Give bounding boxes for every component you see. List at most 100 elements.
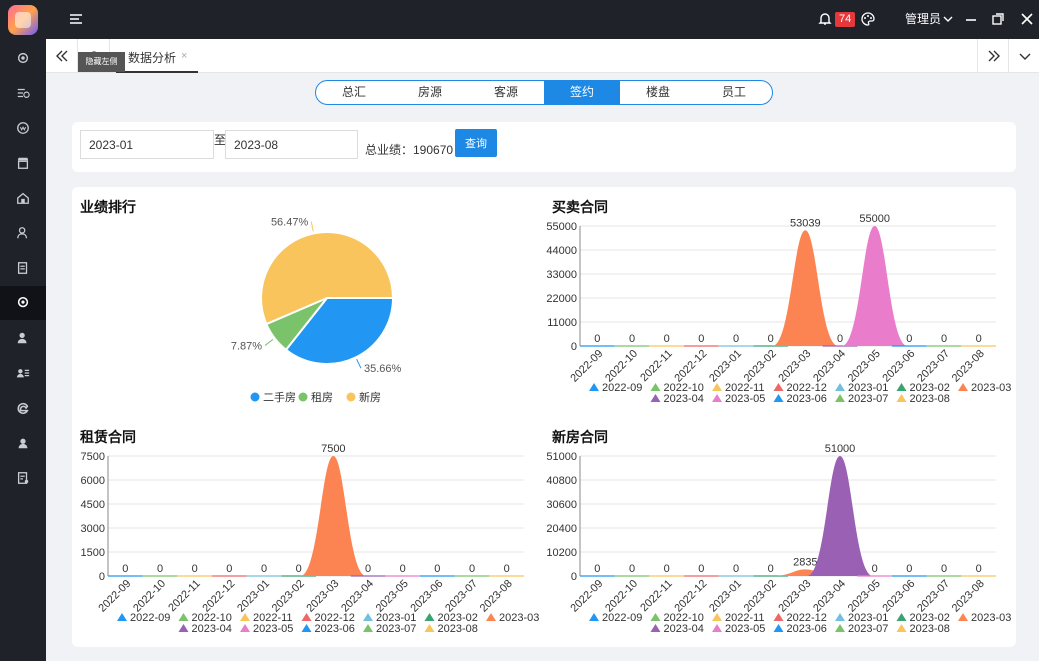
tab-scroll-left[interactable] [46,39,78,73]
sidebar-item-account[interactable] [0,426,46,460]
segment-tab-0[interactable]: 总汇 [316,81,392,104]
end-month-input[interactable] [225,130,358,159]
legend-label[interactable]: 2023-05 [725,393,765,405]
segment-tab-3[interactable]: 签约 [544,81,620,104]
legend-label[interactable]: 2023-03 [971,612,1011,624]
chevron-down-icon[interactable] [943,14,953,24]
legend-label[interactable]: 2022-09 [130,612,170,624]
segment-tab-5[interactable]: 员工 [696,81,772,104]
tab-menu[interactable] [1008,39,1039,73]
legend-label[interactable]: 2023-08 [438,623,478,635]
legend-marker[interactable] [958,383,968,391]
legend-marker[interactable] [773,624,784,632]
legend-marker[interactable] [773,383,784,391]
legend-marker[interactable] [835,613,845,621]
legend-label[interactable]: 2023-07 [376,623,416,635]
legend-label[interactable]: 2022-09 [602,382,642,394]
notification-badge[interactable]: 74 [835,12,856,27]
legend-label[interactable]: 2023-08 [910,393,950,405]
sidebar-item-contract[interactable] [0,461,46,495]
sidebar-item-badge[interactable] [0,111,46,145]
area-peak-2023-05[interactable] [841,226,908,346]
legend-marker[interactable] [835,394,845,402]
legend-marker[interactable] [712,613,722,621]
legend-marker-0[interactable] [250,392,260,402]
segment-tab-1[interactable]: 房源 [392,81,468,104]
legend-marker[interactable] [896,383,907,391]
area-peak-2023-03[interactable] [772,230,839,346]
sidebar-item-house[interactable] [0,181,46,215]
legend-marker[interactable] [835,383,845,391]
legend-marker[interactable] [178,613,189,621]
legend-marker[interactable] [896,613,907,621]
legend-label[interactable]: 2023-06 [787,623,827,635]
legend-marker[interactable] [896,624,907,632]
sidebar-item-settings[interactable] [0,41,46,75]
legend-marker[interactable] [178,624,189,632]
tab-data-analysis[interactable]: 数据分析 × [116,39,198,73]
bell-icon[interactable] [818,12,832,26]
legend-label[interactable]: 2023-03 [971,382,1011,394]
legend-label[interactable]: 2023-06 [315,623,355,635]
sidebar-item-report[interactable] [0,251,46,285]
legend-marker[interactable] [896,394,907,402]
legend-label-2[interactable]: 新房 [359,390,381,404]
start-month-input[interactable] [80,130,214,159]
legend-marker-1[interactable] [298,392,308,402]
legend-marker[interactable] [589,383,599,391]
legend-marker[interactable] [117,613,127,621]
legend-marker[interactable] [424,613,435,621]
palette-icon[interactable] [861,12,875,26]
legend-marker-2[interactable] [346,392,356,402]
legend-label-1[interactable]: 租房 [311,391,333,404]
legend-marker[interactable] [424,624,435,632]
legend-marker[interactable] [486,613,496,621]
sidebar-item-browser[interactable] [0,391,46,425]
legend-label[interactable]: 2023-04 [664,393,704,405]
legend-marker[interactable] [650,613,661,621]
legend-marker[interactable] [363,624,373,632]
menu-toggle-icon[interactable] [69,12,83,26]
area-peak-2023-03[interactable] [300,456,367,576]
legend-label[interactable]: 2023-03 [499,612,539,624]
sidebar-item-customer[interactable] [0,216,46,250]
legend-label[interactable]: 2022-09 [602,612,642,624]
legend-marker[interactable] [240,624,250,632]
sidebar-item-analysis[interactable] [0,286,46,320]
legend-marker[interactable] [240,613,250,621]
legend-marker[interactable] [712,624,722,632]
legend-marker[interactable] [301,613,312,621]
minimize-icon[interactable] [964,12,978,26]
app-logo[interactable] [8,5,38,35]
segment-tab-2[interactable]: 客源 [468,81,544,104]
legend-label[interactable]: 2023-07 [848,623,888,635]
legend-marker[interactable] [650,624,661,632]
close-icon[interactable] [1020,12,1034,26]
legend-label[interactable]: 2023-04 [664,623,704,635]
legend-marker[interactable] [712,394,722,402]
legend-label-0[interactable]: 二手房 [263,390,296,404]
sidebar-item-team[interactable] [0,356,46,390]
legend-marker[interactable] [835,624,845,632]
legend-marker[interactable] [363,613,373,621]
legend-label[interactable]: 2023-05 [725,623,765,635]
legend-label[interactable]: 2023-07 [848,393,888,405]
legend-marker[interactable] [301,624,312,632]
sidebar-item-list[interactable] [0,76,46,110]
legend-marker[interactable] [773,394,784,402]
sidebar-item-store[interactable] [0,146,46,180]
legend-label[interactable]: 2023-05 [253,623,293,635]
user-menu[interactable]: 管理员 [905,12,941,27]
query-button[interactable]: 查询 [455,129,497,157]
legend-marker[interactable] [650,394,661,402]
segment-tab-4[interactable]: 楼盘 [620,81,696,104]
maximize-icon[interactable] [991,12,1005,26]
legend-marker[interactable] [712,383,722,391]
legend-marker[interactable] [958,613,968,621]
legend-marker[interactable] [589,613,599,621]
tab-close-icon[interactable]: × [181,50,187,62]
legend-label[interactable]: 2023-08 [910,623,950,635]
tab-scroll-right[interactable] [977,39,1009,73]
sidebar-item-staff[interactable] [0,321,46,355]
legend-marker[interactable] [650,383,661,391]
